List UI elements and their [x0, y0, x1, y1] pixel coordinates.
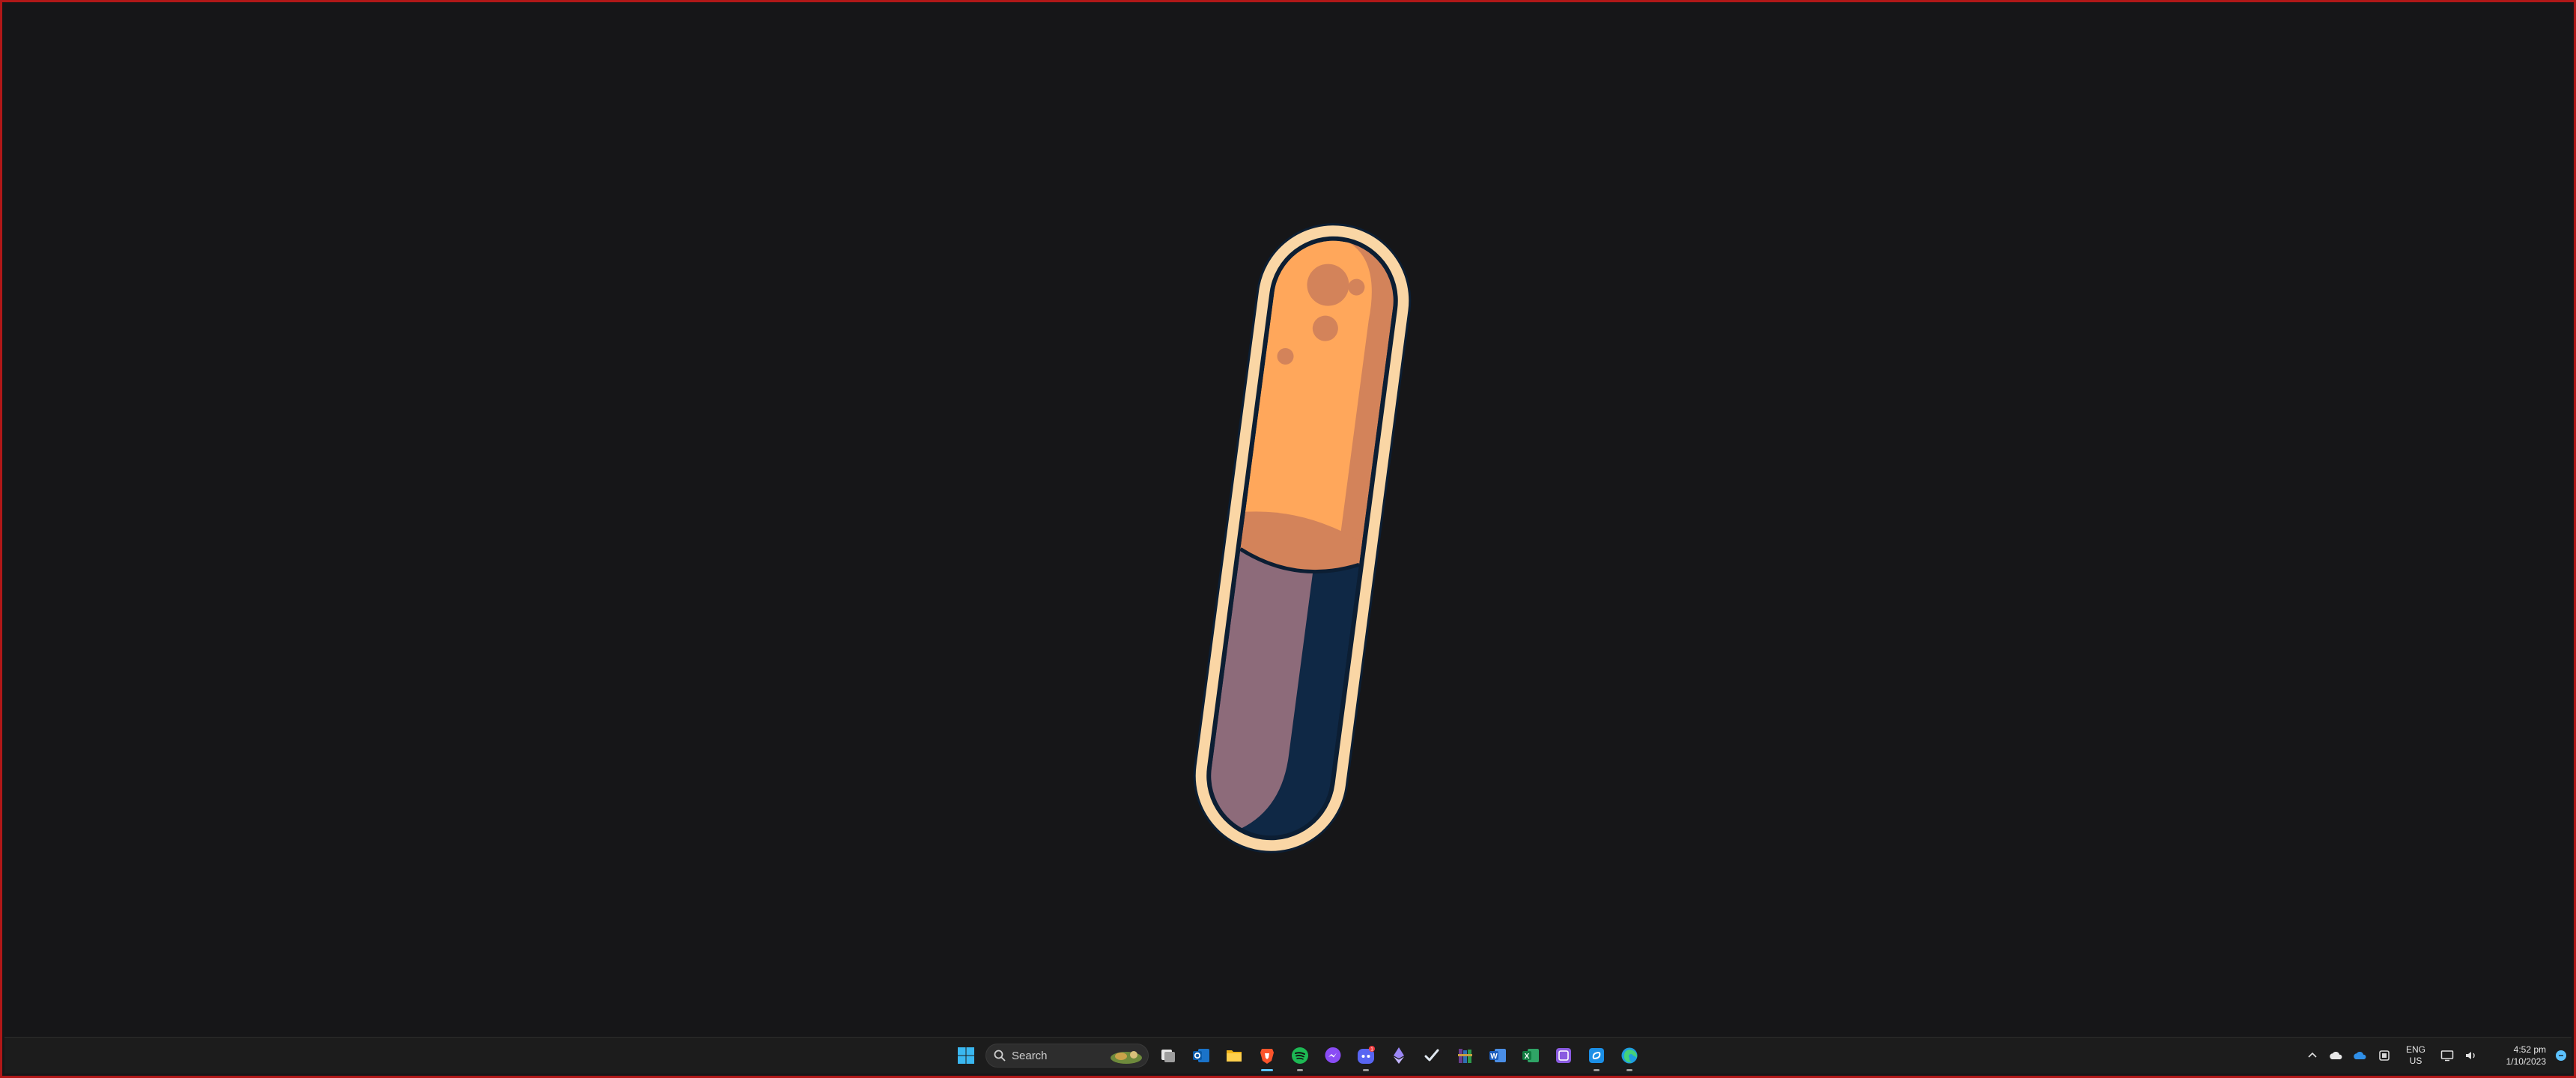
clock-date: 1/10/2023: [2506, 1056, 2546, 1067]
onedrive-personal-button[interactable]: [2324, 1039, 2348, 1072]
input-language-indicator[interactable]: ENG US: [2396, 1039, 2435, 1072]
running-indicator: [1363, 1069, 1369, 1071]
file-explorer-button[interactable]: [1218, 1039, 1251, 1072]
taskbar-search-box[interactable]: Search: [985, 1044, 1149, 1068]
start-button[interactable]: [950, 1039, 982, 1072]
running-indicator: [1594, 1069, 1600, 1071]
discord-button[interactable]: 1: [1349, 1039, 1382, 1072]
taskbar-apps: Search 1 W X: [950, 1038, 1646, 1074]
pill-wallpaper: [1193, 223, 1412, 853]
brave-browser-button[interactable]: [1251, 1039, 1284, 1072]
snipping-tool-icon: [1589, 1048, 1604, 1063]
messenger-button[interactable]: [1316, 1039, 1349, 1072]
onedrive-business-button[interactable]: [2348, 1039, 2372, 1072]
speaker-icon: [2466, 1052, 2475, 1059]
onenote-button[interactable]: [1547, 1039, 1580, 1072]
language-region: US: [2409, 1056, 2422, 1066]
winrar-books-icon: [1458, 1049, 1472, 1063]
messenger-icon: [1325, 1047, 1341, 1063]
edge-icon: [1621, 1047, 1638, 1064]
steam-icon: [1424, 1049, 1439, 1062]
show-hidden-icons-button[interactable]: [2300, 1039, 2324, 1072]
winrar-button[interactable]: [1448, 1039, 1481, 1072]
running-indicator: [1261, 1069, 1273, 1071]
search-placeholder: Search: [1012, 1049, 1048, 1062]
snipping-tool-button[interactable]: [1580, 1039, 1613, 1072]
edge-button[interactable]: [1613, 1039, 1646, 1072]
svg-text:W: W: [1490, 1053, 1498, 1061]
tray-app-icon: [2379, 1050, 2390, 1061]
search-icon: [994, 1050, 1006, 1062]
task-view-button[interactable]: [1152, 1039, 1185, 1072]
clock-time: 4:52 pm: [2513, 1044, 2546, 1055]
excel-button[interactable]: X: [1514, 1039, 1547, 1072]
onedrive-cloud-icon: [2330, 1051, 2342, 1059]
svg-text:X: X: [1525, 1053, 1530, 1061]
system-tray: ENG US 4:52 pm 1/10/2023: [2300, 1038, 2572, 1074]
ethereum-wallet-button[interactable]: [1382, 1039, 1415, 1072]
word-button[interactable]: W: [1481, 1039, 1514, 1072]
language-code: ENG: [2405, 1044, 2425, 1055]
windows-logo-icon: [958, 1047, 974, 1064]
excel-icon: X: [1522, 1049, 1539, 1062]
tray-app-button[interactable]: [2372, 1039, 2396, 1072]
chevron-up-icon: [2308, 1052, 2317, 1058]
screen: Search 1 W X ENG US 4:52 pm 1/10/2023: [0, 0, 2576, 1078]
discord-icon: 1: [1358, 1046, 1375, 1064]
svg-text:1: 1: [1370, 1047, 1373, 1053]
network-button[interactable]: [2435, 1039, 2459, 1072]
taskbar: Search 1 W X ENG US 4:52 pm 1/10/2023: [4, 1037, 2572, 1074]
outlook-button[interactable]: [1185, 1039, 1218, 1072]
task-view-icon: [1161, 1050, 1175, 1062]
steam-button[interactable]: [1415, 1039, 1448, 1072]
notification-badge-icon: [2556, 1050, 2566, 1061]
word-icon: W: [1489, 1049, 1506, 1062]
spotify-button[interactable]: [1284, 1039, 1316, 1072]
brave-lion-icon: [1260, 1049, 1274, 1064]
desktop[interactable]: [4, 4, 2572, 1038]
spotify-icon: [1292, 1047, 1308, 1064]
network-monitor-icon: [2440, 1050, 2454, 1062]
ethereum-icon: [1394, 1047, 1404, 1064]
running-indicator: [1626, 1069, 1632, 1071]
search-highlight-illustration-icon: [1111, 1051, 1142, 1064]
folder-icon: [1227, 1050, 1242, 1062]
running-indicator: [1297, 1069, 1303, 1071]
outlook-icon: [1193, 1049, 1209, 1062]
volume-button[interactable]: [2459, 1039, 2483, 1072]
notification-center-button[interactable]: [2551, 1039, 2572, 1072]
onenote-icon: [1556, 1048, 1571, 1063]
onedrive-blue-cloud-icon: [2354, 1051, 2366, 1059]
clock-button[interactable]: 4:52 pm 1/10/2023: [2483, 1039, 2551, 1072]
